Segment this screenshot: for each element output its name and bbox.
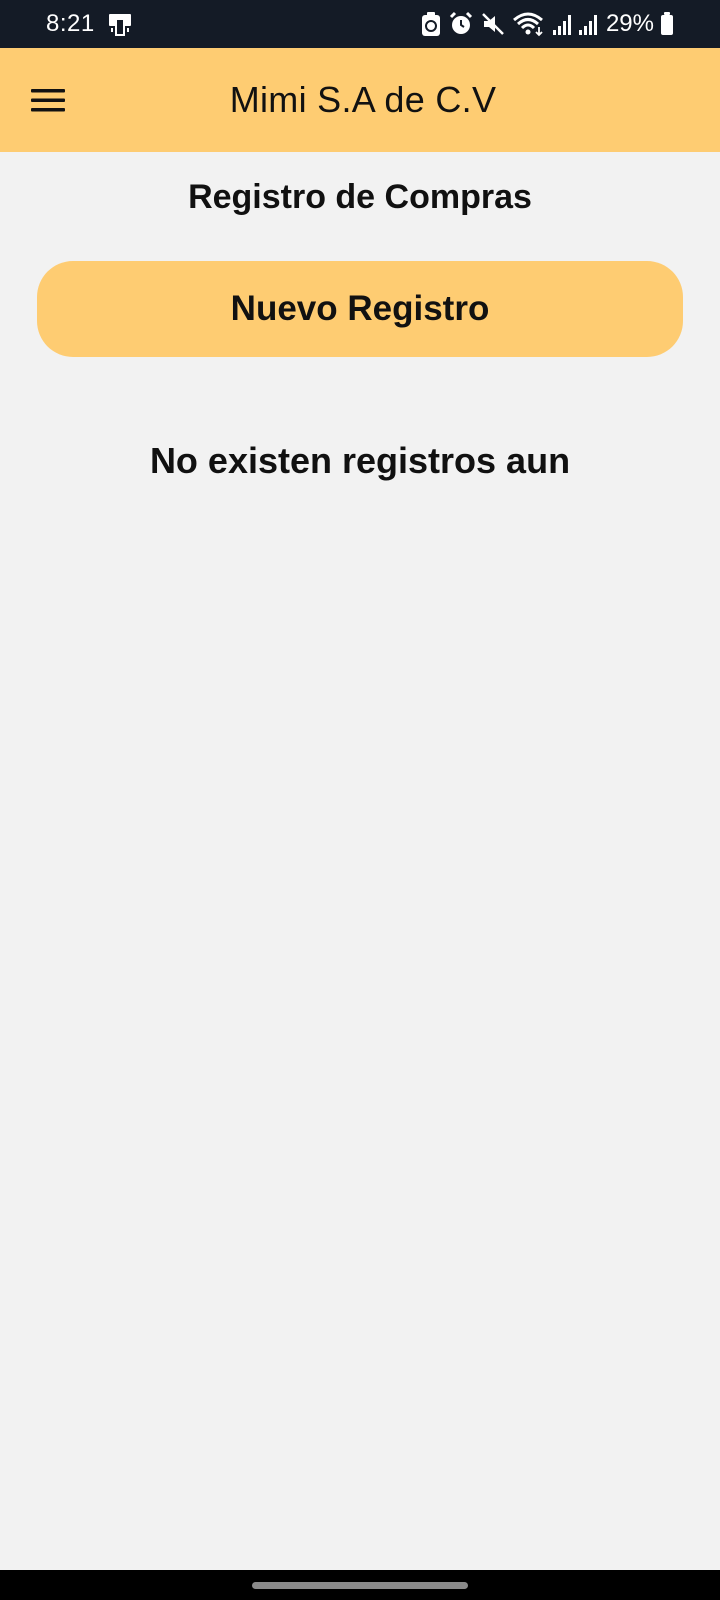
app-title: Mimi S.A de C.V: [229, 79, 497, 120]
battery-icon: [660, 10, 674, 38]
page-title: Registro de Compras: [188, 178, 532, 216]
status-left: 8:21: [46, 10, 135, 38]
status-right: 29%: [420, 10, 674, 38]
app-bar: Mimi S.A de C.V: [0, 48, 720, 152]
mute-icon: [480, 10, 506, 38]
navigation-bar: [0, 1570, 720, 1600]
status-bar: 8:21 29%: [0, 0, 720, 48]
signal-icon: [578, 10, 598, 38]
status-time: 8:21: [46, 10, 95, 37]
new-record-button[interactable]: Nuevo Registro: [37, 261, 683, 357]
menu-icon: [31, 89, 65, 112]
notification-icon: [105, 10, 135, 38]
empty-state-message: No existen registros aun: [149, 440, 571, 481]
home-indicator[interactable]: [252, 1582, 468, 1589]
wifi-icon: [512, 10, 546, 38]
signal-icon: [552, 10, 572, 38]
battery-saver-icon: [420, 10, 442, 38]
alarm-icon: [448, 10, 474, 38]
battery-percent: 29%: [605, 10, 654, 37]
menu-button[interactable]: [24, 76, 72, 124]
